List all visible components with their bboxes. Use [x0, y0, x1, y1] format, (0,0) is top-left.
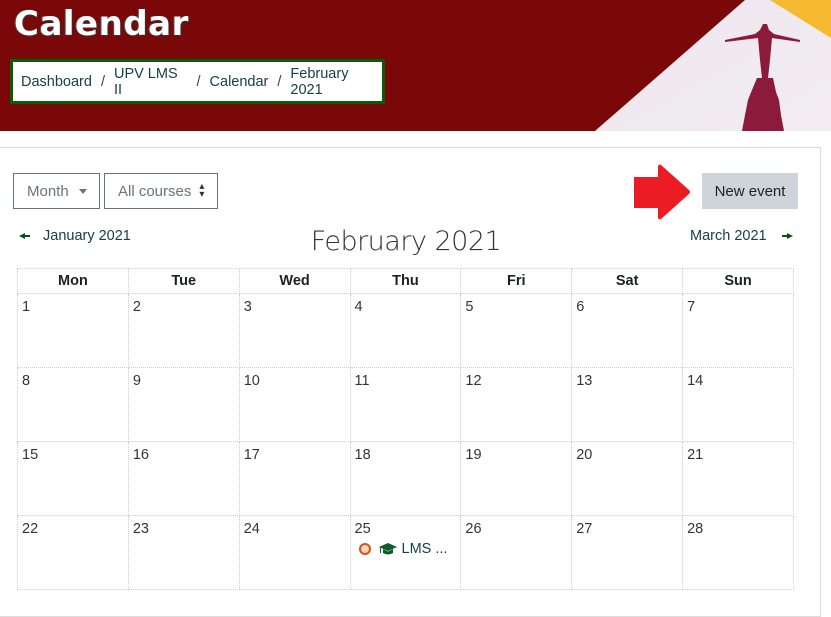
- day-number: 9: [132, 373, 141, 389]
- day-cell[interactable]: 1: [17, 293, 129, 368]
- page-title: Calendar: [14, 4, 189, 44]
- next-month-link[interactable]: March 2021: [690, 228, 793, 244]
- day-number: 1: [22, 299, 31, 315]
- day-number: 2: [132, 299, 141, 315]
- day-cell[interactable]: 9: [127, 367, 240, 442]
- breadcrumb-separator: /: [196, 73, 201, 90]
- day-number: 16: [132, 447, 149, 463]
- day-number: 12: [465, 373, 482, 389]
- caret-down-icon: [78, 188, 87, 194]
- day-number: 3: [243, 299, 252, 315]
- weekday-header: Sun: [682, 268, 794, 294]
- day-number: 8: [22, 373, 31, 389]
- day-number: 14: [687, 373, 704, 389]
- breadcrumb-dashboard[interactable]: Dashboard: [21, 74, 92, 90]
- calendar-event[interactable]: LMS ...: [358, 541, 461, 557]
- day-cell[interactable]: 3: [238, 293, 351, 368]
- day-cell[interactable]: 13: [571, 367, 684, 442]
- weekday-header: Wed: [238, 268, 351, 294]
- course-select[interactable]: All courses ▴ ▾: [104, 173, 218, 209]
- day-cell[interactable]: 27: [571, 515, 684, 590]
- day-number: 7: [687, 299, 696, 315]
- view-select-value: Month: [27, 182, 69, 200]
- day-cell[interactable]: 22: [17, 515, 129, 590]
- next-month-label: March 2021: [690, 228, 767, 244]
- event-type-dot-icon: [358, 543, 371, 555]
- day-number: 18: [354, 447, 371, 463]
- weekday-header: Sat: [571, 268, 684, 294]
- red-arrow-annotation-icon: [634, 164, 690, 220]
- day-cell[interactable]: 4: [349, 293, 462, 368]
- day-cell[interactable]: 18: [349, 441, 462, 516]
- breadcrumb: Dashboard / UPV LMS II / Calendar / Febr…: [10, 59, 385, 104]
- day-cell[interactable]: 17: [238, 441, 351, 516]
- day-number: 27: [576, 521, 593, 537]
- day-cell[interactable]: 16: [127, 441, 240, 516]
- breadcrumb-separator: /: [100, 73, 105, 90]
- day-cell[interactable]: 2: [127, 293, 240, 368]
- weekday-header: Fri: [460, 268, 573, 294]
- day-number: 6: [576, 299, 585, 315]
- day-number: 13: [576, 373, 593, 389]
- day-cell[interactable]: 8: [17, 367, 129, 442]
- week-row: 8 9 10 11 12 13 14: [17, 367, 794, 442]
- day-cell[interactable]: 11: [349, 367, 462, 442]
- breadcrumb-separator: /: [277, 73, 282, 90]
- weekday-header: Thu: [349, 268, 462, 294]
- calendar-grid: Mon Tue Wed Thu Fri Sat Sun 1 2 3 4 5 6 …: [17, 268, 794, 590]
- day-number: 17: [243, 447, 260, 463]
- arrow-right-icon: [781, 233, 793, 239]
- new-event-button[interactable]: New event: [702, 173, 798, 209]
- day-number: 10: [243, 373, 260, 389]
- graduation-cap-icon: [378, 542, 397, 554]
- day-cell[interactable]: 10: [238, 367, 351, 442]
- week-row: 15 16 17 18 19 20 21: [17, 441, 794, 516]
- day-number: 11: [354, 373, 370, 389]
- day-cell[interactable]: 25 LMS ...: [349, 515, 462, 590]
- day-cell[interactable]: 6: [571, 293, 684, 368]
- weekday-header-row: Mon Tue Wed Thu Fri Sat Sun: [17, 268, 794, 294]
- day-cell[interactable]: 12: [460, 367, 573, 442]
- day-cell[interactable]: 14: [682, 367, 794, 442]
- day-cell[interactable]: 28: [682, 515, 794, 590]
- day-number: 4: [354, 299, 363, 315]
- day-number: 20: [576, 447, 593, 463]
- breadcrumb-course[interactable]: UPV LMS II: [114, 66, 188, 98]
- weekday-header: Tue: [127, 268, 240, 294]
- day-number: 19: [465, 447, 482, 463]
- week-row: 22 23 24 25 LMS ... 26 27 28: [17, 515, 794, 590]
- day-cell[interactable]: 21: [682, 441, 794, 516]
- day-number: 22: [22, 521, 39, 537]
- sort-icon: ▴ ▾: [199, 181, 205, 200]
- breadcrumb-current-month[interactable]: February 2021: [290, 66, 382, 98]
- day-cell[interactable]: 26: [460, 515, 573, 590]
- page-header: Calendar Dashboard / UPV LMS II / Calend…: [0, 0, 831, 131]
- day-number: 15: [22, 447, 39, 463]
- day-number: 24: [243, 521, 260, 537]
- day-cell[interactable]: 24: [238, 515, 351, 590]
- day-cell[interactable]: 20: [571, 441, 684, 516]
- day-number: 23: [132, 521, 149, 537]
- weekday-header: Mon: [17, 268, 129, 294]
- day-number: 26: [465, 521, 482, 537]
- event-title: LMS ...: [401, 541, 448, 557]
- day-cell[interactable]: 7: [682, 293, 794, 368]
- course-select-value: All courses: [118, 182, 192, 200]
- week-row: 1 2 3 4 5 6 7: [17, 293, 794, 368]
- day-cell[interactable]: 15: [17, 441, 129, 516]
- day-number: 28: [687, 521, 704, 537]
- day-cell[interactable]: 19: [460, 441, 573, 516]
- day-cell[interactable]: 5: [460, 293, 573, 368]
- day-number: 21: [687, 447, 704, 463]
- day-number: 5: [465, 299, 474, 315]
- day-number: 25: [354, 521, 371, 537]
- day-cell[interactable]: 23: [127, 515, 240, 590]
- view-select[interactable]: Month: [13, 173, 100, 209]
- breadcrumb-calendar[interactable]: Calendar: [210, 74, 269, 90]
